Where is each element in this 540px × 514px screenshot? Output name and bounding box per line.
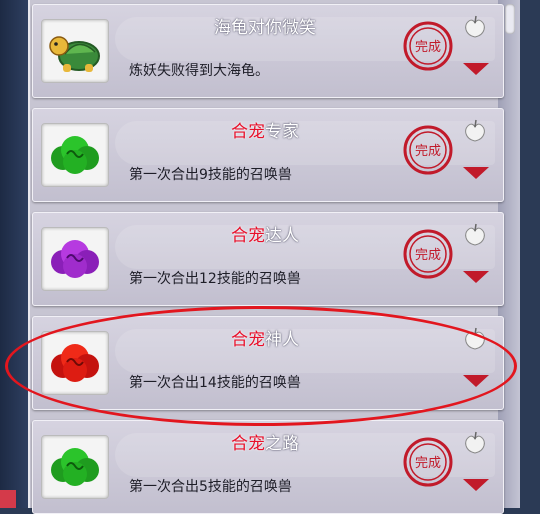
expand-arrow-icon[interactable] bbox=[463, 271, 489, 283]
achievement-card-pet-merge-master[interactable]: 合宠达人 第一次合出12技能的召唤兽 完成 bbox=[32, 212, 504, 306]
achievement-title: 合宠达人 bbox=[231, 226, 299, 246]
left-side-strip bbox=[0, 0, 28, 508]
achievement-card-pet-merge-expert[interactable]: 合宠专家 第一次合出9技能的召唤兽 完成 bbox=[32, 108, 504, 202]
svg-text:完成: 完成 bbox=[415, 144, 441, 159]
expand-arrow-icon[interactable] bbox=[463, 63, 489, 75]
achievement-description: 第一次合出5技能的召唤兽 bbox=[129, 479, 292, 495]
svg-text:完成: 完成 bbox=[415, 248, 441, 263]
svg-text:完成: 完成 bbox=[415, 40, 441, 55]
achievement-title: 合宠之路 bbox=[231, 434, 299, 454]
peach-icon[interactable] bbox=[461, 117, 489, 143]
completed-seal-icon: 完成 bbox=[403, 21, 453, 71]
achievement-title: 海龟对你微笑 bbox=[214, 18, 316, 38]
green-cloud-icon bbox=[41, 123, 109, 187]
expand-arrow-icon[interactable] bbox=[463, 167, 489, 179]
scroll-thumb[interactable] bbox=[505, 4, 515, 34]
achievement-title: 合宠专家 bbox=[231, 122, 299, 142]
achievement-card-pet-merge-road[interactable]: 合宠之路 第一次合出5技能的召唤兽 完成 bbox=[32, 420, 504, 514]
achievement-description: 第一次合出12技能的召唤兽 bbox=[129, 271, 301, 287]
completed-seal-icon: 完成 bbox=[403, 437, 453, 487]
svg-text:完成: 完成 bbox=[415, 456, 441, 471]
corner-search-tab[interactable] bbox=[0, 490, 16, 508]
achievement-description: 第一次合出9技能的召唤兽 bbox=[129, 167, 292, 183]
highlight-ellipse bbox=[5, 306, 517, 426]
green-cloud-icon bbox=[41, 435, 109, 499]
completed-seal-icon: 完成 bbox=[403, 229, 453, 279]
sea-turtle-icon bbox=[41, 19, 109, 83]
peach-icon[interactable] bbox=[461, 429, 489, 455]
completed-seal-icon: 完成 bbox=[403, 125, 453, 175]
achievement-description: 炼妖失败得到大海龟。 bbox=[129, 63, 269, 79]
achievement-card-sea-turtle[interactable]: 海龟对你微笑 炼妖失败得到大海龟。 完成 bbox=[32, 4, 504, 98]
peach-icon[interactable] bbox=[461, 13, 489, 39]
expand-arrow-icon[interactable] bbox=[463, 479, 489, 491]
purple-cloud-icon bbox=[41, 227, 109, 291]
peach-icon[interactable] bbox=[461, 221, 489, 247]
